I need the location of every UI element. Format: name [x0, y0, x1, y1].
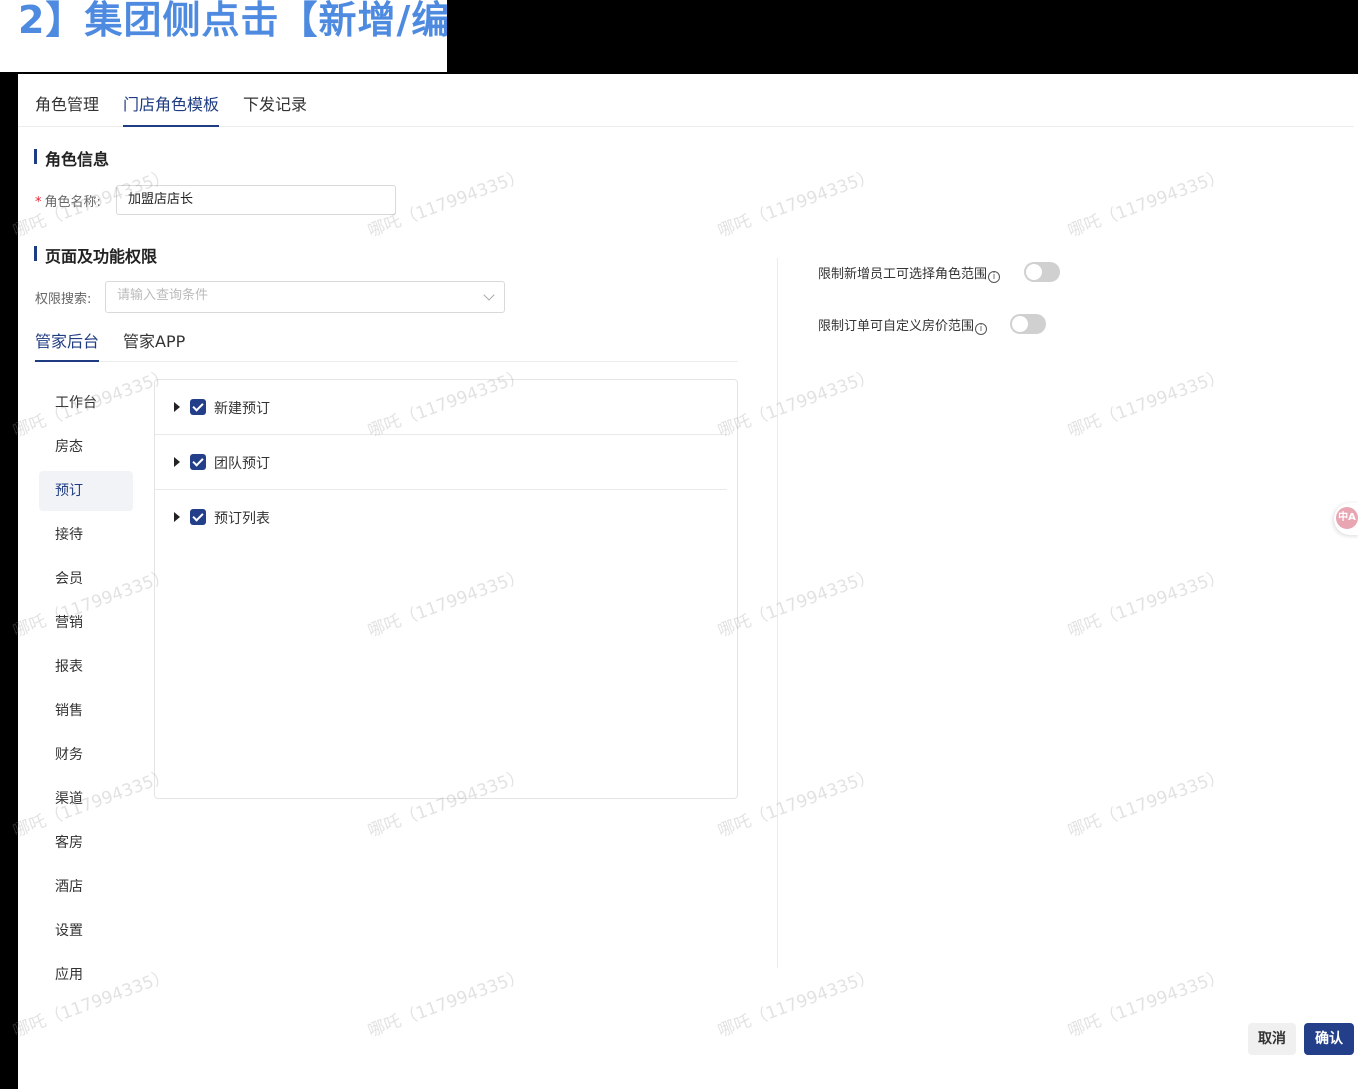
checkbox-checked[interactable] [190, 509, 206, 525]
menu-item-settings[interactable]: 设置 [39, 911, 133, 951]
expand-caret-icon[interactable] [174, 512, 180, 522]
permission-label: 新建预订 [214, 401, 270, 417]
heading-title: 2】集团侧点击【新增/编辑】 [18, 0, 447, 42]
watermark: 哪吒（117994335） [715, 566, 878, 642]
toggle-label-text: 限制订单可自定义房价范围 [818, 319, 975, 334]
tab-store-role-template[interactable]: 门店角色模板 [123, 91, 220, 127]
permission-tree-panel: 新建预订 团队预订 预订列表 [154, 379, 738, 799]
menu-item-reception[interactable]: 接待 [39, 515, 133, 555]
watermark: 哪吒（117994335） [715, 366, 878, 442]
watermark: 哪吒（117994335） [715, 166, 878, 242]
role-name-label: * 角色名称: [35, 191, 101, 210]
menu-item-sales[interactable]: 销售 [39, 691, 133, 731]
menu-item-reports[interactable]: 报表 [39, 647, 133, 687]
role-name-input[interactable]: 加盟店店长 [116, 185, 396, 215]
permission-row: 新建预订 [155, 380, 727, 435]
checkbox-checked[interactable] [190, 399, 206, 415]
tab-admin-backend[interactable]: 管家后台 [35, 328, 100, 362]
top-tabs: 角色管理 门店角色模板 下发记录 [18, 74, 1354, 127]
menu-item-reservation[interactable]: 预订 [39, 471, 133, 511]
chevron-down-icon [483, 289, 495, 301]
heading-title-overflow: 2】集团侧点击【新增/编辑】 [447, 0, 529, 40]
watermark: 哪吒（117994335） [1065, 966, 1228, 1042]
toggle-role-range[interactable] [1024, 262, 1060, 282]
role-template-page: 角色管理 门店角色模板 下发记录 角色信息 * 角色名称: 加盟店店长 页面及功能… [10, 74, 1358, 1089]
platform-tabs: 管家后台 管家APP [34, 322, 738, 362]
menu-item-channel[interactable]: 渠道 [39, 779, 133, 819]
watermark: 哪吒（117994335） [365, 966, 528, 1042]
search-placeholder: 请输入查询条件 [117, 288, 209, 303]
toggle-label-role-range: 限制新增员工可选择角色范围 i [818, 263, 1001, 283]
menu-item-finance[interactable]: 财务 [39, 735, 133, 775]
permission-label: 预订列表 [214, 511, 270, 527]
toggle-label-price-range: 限制订单可自定义房价范围 i [818, 315, 988, 335]
floating-translate-button[interactable]: 中A [1334, 503, 1358, 535]
expand-caret-icon[interactable] [174, 457, 180, 467]
expand-caret-icon[interactable] [174, 402, 180, 412]
watermark: 哪吒（117994335） [715, 966, 878, 1042]
required-mark: * [35, 195, 42, 210]
menu-item-apps[interactable]: 应用 [39, 955, 133, 995]
toggle-label-text: 限制新增员工可选择角色范围 [818, 267, 988, 282]
permission-row: 团队预订 [155, 435, 727, 490]
permission-label: 团队预订 [214, 456, 270, 472]
vertical-divider [777, 258, 778, 968]
tab-distribution-records[interactable]: 下发记录 [243, 91, 307, 127]
confirm-button[interactable]: 确认 [1304, 1023, 1354, 1055]
toggle-price-range[interactable] [1010, 314, 1046, 334]
checkbox-checked[interactable] [190, 454, 206, 470]
watermark: 哪吒（117994335） [1065, 766, 1228, 842]
menu-item-room-status[interactable]: 房态 [39, 427, 133, 467]
translate-icon: 中A [1336, 507, 1358, 529]
section-title-permissions: 页面及功能权限 [34, 243, 157, 267]
watermark: 哪吒（117994335） [1065, 366, 1228, 442]
role-name-label-text: 角色名称: [44, 195, 101, 210]
menu-item-marketing[interactable]: 营销 [39, 603, 133, 643]
tab-admin-app[interactable]: 管家APP [123, 328, 185, 362]
heading-area: 2】集团侧点击【新增/编辑】 [0, 0, 447, 72]
menu-item-housekeeping[interactable]: 客房 [39, 823, 133, 863]
info-icon[interactable]: i [975, 323, 988, 335]
menu-item-workbench[interactable]: 工作台 [39, 383, 133, 423]
cancel-button[interactable]: 取消 [1248, 1023, 1296, 1055]
section-title-role-info: 角色信息 [34, 146, 109, 170]
tab-role-management[interactable]: 角色管理 [35, 91, 99, 127]
permission-search-input[interactable]: 请输入查询条件 [105, 281, 505, 313]
watermark: 哪吒（117994335） [1065, 566, 1228, 642]
watermark: 哪吒（117994335） [1065, 166, 1228, 242]
watermark: 哪吒（117994335） [715, 766, 878, 842]
info-icon[interactable]: i [988, 271, 1001, 283]
heading-overflow: 2】集团侧点击【新增/编辑】 [447, 0, 567, 40]
menu-item-hotel[interactable]: 酒店 [39, 867, 133, 907]
permission-row: 预订列表 [155, 490, 727, 545]
menu-item-member[interactable]: 会员 [39, 559, 133, 599]
permission-search-label: 权限搜索: [35, 292, 92, 307]
